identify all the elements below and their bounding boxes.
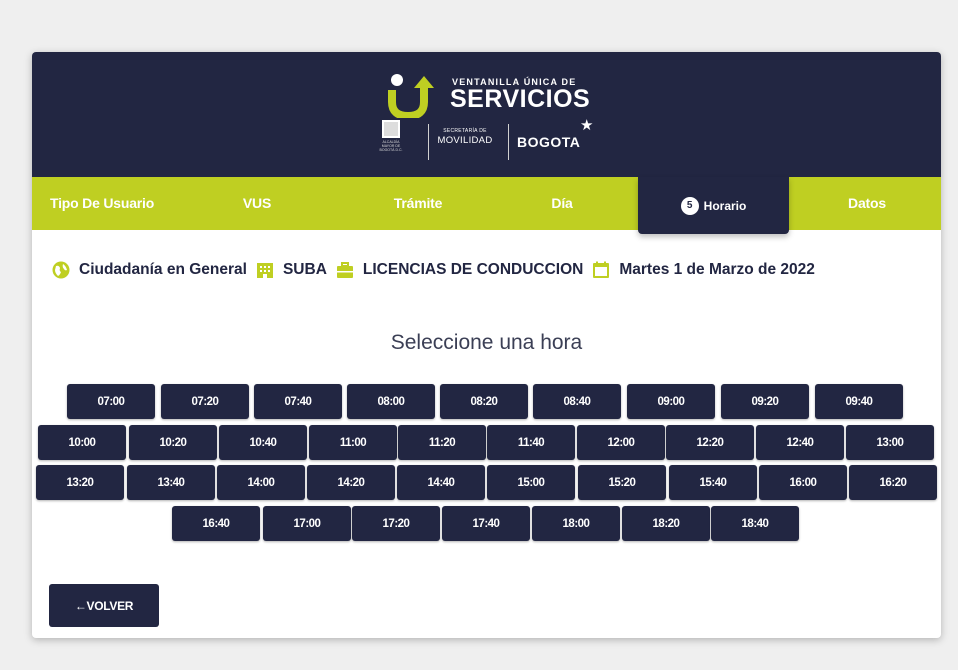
tab-vus[interactable]: VUS [212, 177, 302, 230]
header-banner: VENTANILLA ÚNICA DE SERVICIOS ALCALDÍA M… [32, 52, 941, 177]
tab-tramite[interactable]: Trámite [368, 177, 468, 230]
time-slot[interactable]: 13:40 [127, 465, 215, 500]
time-slot[interactable]: 16:40 [172, 506, 260, 541]
back-button[interactable]: ← VOLVER [49, 584, 159, 627]
time-slot[interactable]: 09:40 [815, 384, 903, 419]
seal-shield-icon [382, 120, 400, 138]
time-slot[interactable]: 16:20 [849, 465, 937, 500]
time-slot[interactable]: 08:00 [347, 384, 435, 419]
time-slot[interactable]: 09:20 [721, 384, 809, 419]
time-slot[interactable]: 08:20 [440, 384, 528, 419]
office-text: SUBA [282, 261, 327, 278]
star-icon: ★ [580, 117, 594, 134]
time-slot[interactable]: 12:00 [577, 425, 665, 460]
logo-divider [508, 124, 509, 160]
arrow-left-icon: ← [74, 598, 87, 613]
briefcase-icon [336, 261, 354, 279]
bogota-logo: BOGOTA [517, 134, 581, 150]
building-icon [256, 261, 274, 279]
time-slot[interactable]: 07:20 [161, 384, 249, 419]
secretaria-logo: SECRETARÍA DE MOVILIDAD [436, 128, 494, 146]
date-text: Martes 1 de Marzo de 2022 [619, 261, 815, 278]
secretaria-main: MOVILIDAD [437, 135, 493, 146]
time-slot[interactable]: 10:20 [129, 425, 217, 460]
time-slot[interactable]: 18:40 [711, 506, 799, 541]
tab-horario[interactable]: 5 Horario [638, 177, 789, 234]
procedure-text: LICENCIAS DE CONDUCCION [362, 261, 584, 278]
appointment-summary: Ciudadanía en General SUBA LICENCIAS DE … [52, 260, 824, 280]
time-slot[interactable]: 10:00 [38, 425, 126, 460]
time-slot[interactable]: 12:20 [666, 425, 754, 460]
time-slot[interactable]: 13:00 [846, 425, 934, 460]
tab-datos[interactable]: Datos [827, 177, 907, 230]
time-slot[interactable]: 10:40 [219, 425, 307, 460]
time-slot[interactable]: 14:20 [307, 465, 395, 500]
tab-horario-label: Horario [703, 198, 747, 213]
alcaldia-seal: ALCALDÍA MAYOR DE BOGOTÁ D.C. [376, 118, 404, 168]
time-slot[interactable]: 14:00 [217, 465, 305, 500]
time-slot[interactable]: 09:00 [627, 384, 715, 419]
select-hour-heading: Seleccione una hora [390, 331, 583, 354]
time-slot[interactable]: 12:40 [756, 425, 844, 460]
vus-logo-icon [388, 74, 434, 118]
logo-divider [428, 124, 429, 160]
time-slot[interactable]: 16:00 [759, 465, 847, 500]
time-slot[interactable]: 15:20 [578, 465, 666, 500]
time-slot[interactable]: 17:00 [263, 506, 351, 541]
time-slot[interactable]: 11:40 [487, 425, 575, 460]
time-slot[interactable]: 08:40 [533, 384, 621, 419]
time-slot[interactable]: 07:00 [67, 384, 155, 419]
scheduling-card: VENTANILLA ÚNICA DE SERVICIOS ALCALDÍA M… [32, 52, 941, 638]
time-slot[interactable]: 15:40 [669, 465, 757, 500]
user-type-text: Ciudadanía en General [79, 261, 247, 278]
time-slot[interactable]: 14:40 [397, 465, 485, 500]
tab-dia[interactable]: Día [532, 177, 592, 230]
time-slot[interactable]: 18:20 [622, 506, 710, 541]
secretaria-small: SECRETARÍA DE [443, 128, 487, 134]
time-slot[interactable]: 17:40 [442, 506, 530, 541]
calendar-icon [592, 261, 610, 279]
time-slot[interactable]: 13:20 [36, 465, 124, 500]
brand-title-main: SERVICIOS [450, 85, 591, 113]
globe-icon [52, 261, 70, 279]
back-button-label: VOLVER [86, 598, 134, 613]
step-number-badge: 5 [680, 196, 699, 215]
time-slot[interactable]: 18:00 [532, 506, 620, 541]
seal-text: ALCALDÍA MAYOR DE BOGOTÁ D.C. [379, 140, 403, 152]
time-slot[interactable]: 11:20 [398, 425, 486, 460]
time-slot[interactable]: 17:20 [352, 506, 440, 541]
tab-tipo-de-usuario[interactable]: Tipo De Usuario [50, 177, 170, 230]
time-slot[interactable]: 07:40 [254, 384, 342, 419]
time-slot[interactable]: 15:00 [487, 465, 575, 500]
step-tabs: Tipo De Usuario VUS Trámite Día Datos [32, 177, 941, 230]
time-slot[interactable]: 11:00 [309, 425, 397, 460]
